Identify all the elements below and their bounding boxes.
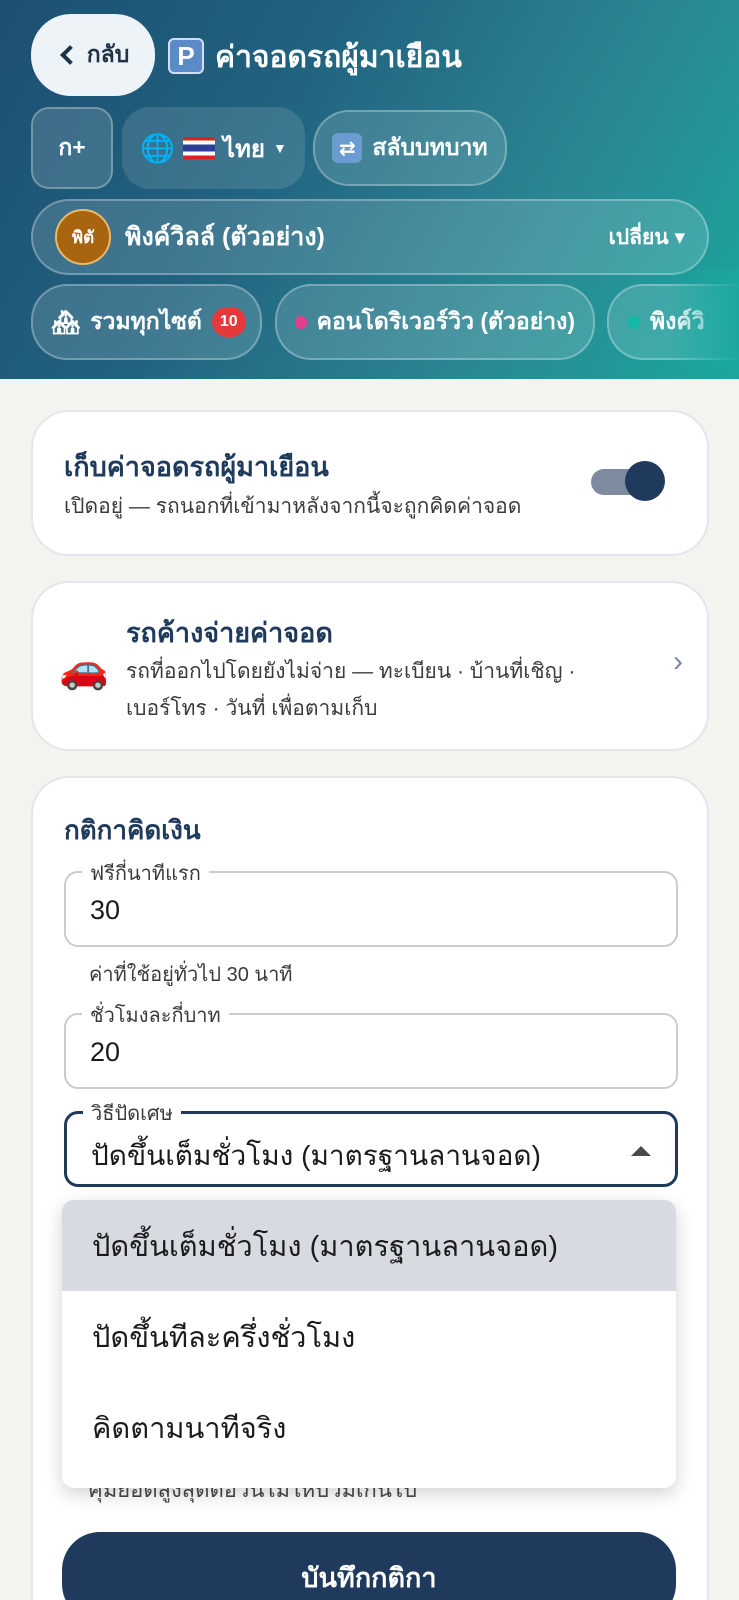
parking-icon: P	[168, 38, 204, 74]
chip-label: คอนโดริเวอร์วิว (ตัวอย่าง)	[316, 308, 575, 334]
thai-flag-icon	[183, 137, 216, 159]
chip-all-sites[interactable]: 🏘 รวมทุกไซต์ 10	[31, 284, 262, 360]
free-minutes-field[interactable]: ฟรีกี่นาทีแรก 30	[64, 857, 678, 947]
rules-title: กติกาคิดเงิน	[64, 815, 201, 845]
scroll-fade	[669, 270, 739, 370]
swap-icon: ⇄	[332, 133, 363, 163]
app-header: กลับ P ค่าจอดรถผู้มาเยือน ก+ 🌐 ไทย ▼ ⇄ ส…	[0, 0, 739, 379]
car-icon: 🚗	[59, 647, 109, 691]
site-selector[interactable]: พิตั พิงค์วิลล์ (ตัวอย่าง) เปลี่ยน ▾	[31, 199, 709, 275]
language-label: ไทย	[223, 135, 265, 163]
rounding-option[interactable]: ปัดขึ้นเต็มชั่วโมง (มาตรฐานลานจอด)	[62, 1200, 676, 1291]
caret-down-icon: ▼	[272, 140, 287, 156]
rounding-option[interactable]: คิดตามนาทีจริง	[62, 1382, 676, 1473]
toggle-knob[interactable]	[625, 461, 665, 501]
unpaid-cars-card[interactable]: 🚗 รถค้างจ่ายค่าจอด รถที่ออกไปโดยยังไม่จ่…	[31, 581, 709, 751]
rounding-select[interactable]: วิธีปัดเศษ ปัดขึ้นเต็มชั่วโมง (มาตรฐานลา…	[64, 1097, 678, 1187]
site-color-dot	[295, 315, 307, 329]
caret-up-icon	[631, 1146, 651, 1156]
toggle-subtitle: เปิดอยู่ — รถนอกที่เข้ามาหลังจากนี้จะถูก…	[64, 495, 522, 518]
globe-icon: 🌐	[140, 132, 176, 164]
field-value[interactable]: 20	[90, 1037, 120, 1068]
selected-value: ปัดขึ้นเต็มชั่วโมง (มาตรฐานลานจอด)	[91, 1140, 541, 1171]
switch-role-label: สลับบทบาท	[372, 134, 488, 160]
back-button[interactable]: กลับ	[31, 14, 155, 96]
site-name: พิงค์วิลล์ (ตัวอย่าง)	[125, 223, 325, 251]
field-label: ชั่วโมงละกี่บาท	[82, 999, 229, 1031]
toggle-title: เก็บค่าจอดรถผู้มาเยือน	[64, 452, 329, 482]
site-color-dot	[627, 315, 640, 329]
save-rules-button[interactable]: บันทึกกติกา	[62, 1532, 676, 1600]
language-selector[interactable]: 🌐 ไทย ▼	[122, 107, 305, 189]
house-icon: 🏘	[51, 308, 81, 335]
field-label: วิธีปัดเศษ	[83, 1097, 181, 1129]
field-label: ฟรีกี่นาทีแรก	[82, 857, 209, 889]
page-title: ค่าจอดรถผู้มาเยือน	[215, 41, 462, 74]
font-size-button[interactable]: ก+	[31, 107, 113, 189]
toggle-card: เก็บค่าจอดรถผู้มาเยือน เปิดอยู่ — รถนอกท…	[31, 410, 709, 556]
count-badge: 10	[211, 307, 246, 337]
rounding-options-menu: ปัดขึ้นเต็มชั่วโมง (มาตรฐานลานจอด) ปัดขึ…	[62, 1200, 676, 1488]
chevron-left-icon	[59, 45, 80, 65]
switch-role-button[interactable]: ⇄ สลับบทบาท	[313, 110, 507, 186]
chip-label: รวมทุกไซต์	[90, 308, 202, 334]
site-avatar: พิตั	[55, 209, 111, 265]
unpaid-subtitle: รถที่ออกไปโดยยังไม่จ่าย — ทะเบียน · บ้าน…	[126, 660, 576, 720]
change-site-button[interactable]: เปลี่ยน ▾	[609, 221, 685, 254]
back-label: กลับ	[86, 41, 130, 67]
hourly-rate-field[interactable]: ชั่วโมงละกี่บาท 20	[64, 999, 678, 1089]
free-minutes-helper: ค่าที่ใช้อยู่ทั่วไป 30 นาที	[89, 964, 293, 986]
rounding-option[interactable]: ปัดขึ้นทีละครึ่งชั่วโมง	[62, 1291, 676, 1382]
chip-site-riverview[interactable]: คอนโดริเวอร์วิว (ตัวอย่าง)	[275, 284, 595, 360]
unpaid-title: รถค้างจ่ายค่าจอด	[126, 618, 333, 648]
field-value[interactable]: 30	[90, 895, 120, 926]
chevron-right-icon: ›	[673, 645, 683, 678]
